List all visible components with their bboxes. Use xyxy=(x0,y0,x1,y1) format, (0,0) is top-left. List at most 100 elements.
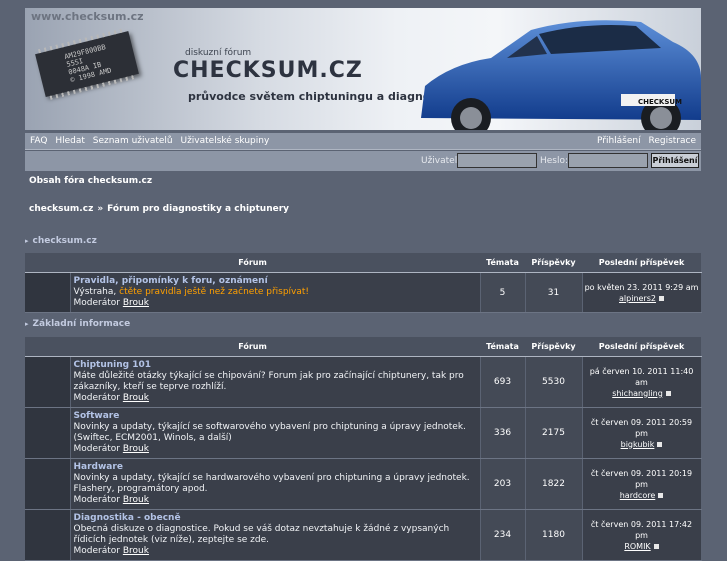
last-post-user[interactable]: ROMIK xyxy=(624,542,650,551)
nav-usergroups[interactable]: Uživatelské skupiny xyxy=(181,136,270,146)
breadcrumb-forum[interactable]: Fórum pro diagnostiky a chiptunery xyxy=(107,204,289,214)
view-post-icon[interactable] xyxy=(665,390,671,396)
col-topics: Témata xyxy=(480,253,525,273)
last-post-user[interactable]: bigkubik xyxy=(621,440,655,449)
topics-count: 336 xyxy=(480,407,526,459)
nav-faq[interactable]: FAQ xyxy=(30,136,47,146)
forum-status-icon xyxy=(25,272,71,313)
forum-status-icon xyxy=(25,356,71,408)
password-input[interactable] xyxy=(568,153,648,168)
moderator-link[interactable]: Brouk xyxy=(123,298,149,308)
forum-cell: Diagnostika - obecně Obecná diskuze o di… xyxy=(70,509,481,561)
breadcrumb-home[interactable]: checksum.cz xyxy=(29,204,93,214)
posts-count: 1822 xyxy=(525,458,583,510)
posts-count: 31 xyxy=(525,272,583,313)
topics-count: 693 xyxy=(480,356,526,408)
car-image xyxy=(421,20,701,130)
category-header[interactable]: ▸ Základní informace xyxy=(25,319,701,329)
nav-register[interactable]: Registrace xyxy=(648,136,696,146)
last-post-user[interactable]: hardcore xyxy=(620,491,656,500)
chip-image: AM29F800BB 55SI 0048A IB © 1998 AMD xyxy=(35,28,139,100)
moderator-label: Moderátor xyxy=(73,546,120,556)
nav-search[interactable]: Hledat xyxy=(55,136,85,146)
forum-warning: čtěte pravidla ještě než začnete přispív… xyxy=(119,287,310,297)
moderator-label: Moderátor xyxy=(73,495,120,505)
table-header-row: Fórum Témata Příspěvky Poslední příspěve… xyxy=(25,337,701,357)
topics-count: 234 xyxy=(480,509,526,561)
arrow-right-icon: ▸ xyxy=(25,320,29,328)
moderator-link[interactable]: Brouk xyxy=(123,444,149,454)
last-post-date: pá červen 10. 2011 11:40 am xyxy=(589,366,694,387)
last-post-date: čt červen 09. 2011 20:59 pm xyxy=(590,417,693,438)
col-lastpost: Poslední příspěvek xyxy=(582,337,701,357)
moderator-label: Moderátor xyxy=(73,444,120,454)
last-post-user[interactable]: shichangling xyxy=(612,389,663,398)
table-row: Pravidla, připomínky k foru, oznámení Vý… xyxy=(25,272,702,313)
forum-table: Fórum Témata Příspěvky Poslední příspěve… xyxy=(25,337,702,561)
category-header[interactable]: ▸ checksum.cz xyxy=(25,236,701,246)
nav-memberlist[interactable]: Seznam uživatelů xyxy=(93,136,173,146)
view-post-icon[interactable] xyxy=(653,543,659,549)
col-lastpost: Poslední příspěvek xyxy=(582,253,701,273)
banner-subtitle: diskuzní fórum xyxy=(185,48,252,58)
username-label: Uživatel: xyxy=(421,156,461,166)
nav-login[interactable]: Přihlášení xyxy=(597,136,641,146)
moderator-link[interactable]: Brouk xyxy=(123,495,149,505)
last-post: čt červen 09. 2011 20:59 pm bigkubik xyxy=(582,407,702,459)
table-row: Hardware Novinky a updaty, týkající se h… xyxy=(25,458,702,510)
moderator-info: Moderátor Brouk xyxy=(74,298,149,308)
forum-title-link[interactable]: Diagnostika - obecně xyxy=(74,513,181,523)
moderator-info: Moderátor Brouk xyxy=(74,393,149,403)
login-button[interactable]: Přihlášení xyxy=(651,153,699,168)
chip-label: AM29F800BB 55SI 0048A IB © 1998 AMD xyxy=(63,43,113,85)
arrow-right-icon: ▸ xyxy=(25,237,29,245)
view-post-icon[interactable] xyxy=(658,492,664,498)
site-banner: www.checksum.cz AM29F800BB 55SI 0048A IB… xyxy=(25,8,701,130)
last-post: čt červen 09. 2011 20:19 pm hardcore xyxy=(582,458,702,510)
forum-table: Fórum Témata Příspěvky Poslední příspěve… xyxy=(25,253,702,313)
forum-description: Novinky a updaty, týkající se hardwarové… xyxy=(73,473,470,494)
col-topics: Témata xyxy=(480,337,525,357)
last-post-date: po květen 23. 2011 9:29 am xyxy=(584,282,699,292)
username-input[interactable] xyxy=(457,153,537,168)
forum-title-link[interactable]: Pravidla, připomínky k foru, oznámení xyxy=(74,276,268,286)
topics-count: 5 xyxy=(480,272,526,313)
view-post-icon[interactable] xyxy=(658,295,664,301)
category-title: Základní informace xyxy=(32,319,131,329)
category-title: checksum.cz xyxy=(32,236,97,246)
moderator-info: Moderátor Brouk xyxy=(74,444,149,454)
table-header-row: Fórum Témata Příspěvky Poslední příspěve… xyxy=(25,253,701,273)
forum-title-link[interactable]: Hardware xyxy=(74,462,123,472)
license-plate: CHECKSUM xyxy=(637,98,683,106)
banner-url: www.checksum.cz xyxy=(31,10,144,23)
page-title: Obsah fóra checksum.cz xyxy=(29,176,153,186)
last-post: po květen 23. 2011 9:29 am alpiners2 xyxy=(582,272,702,313)
moderator-label: Moderátor xyxy=(73,298,120,308)
banner-title: CHECKSUM.CZ xyxy=(173,58,363,83)
last-post: čt červen 09. 2011 17:42 pm ROMIK xyxy=(582,509,702,561)
view-post-icon[interactable] xyxy=(657,441,663,447)
last-post-user[interactable]: alpiners2 xyxy=(619,294,656,303)
col-forum: Fórum xyxy=(25,253,480,273)
forum-status-icon xyxy=(25,407,71,459)
moderator-info: Moderátor Brouk xyxy=(74,546,149,556)
moderator-link[interactable]: Brouk xyxy=(123,546,149,556)
moderator-link[interactable]: Brouk xyxy=(123,393,149,403)
forum-status-icon xyxy=(25,458,71,510)
moderator-label: Moderátor xyxy=(73,393,120,403)
last-post-date: čt červen 09. 2011 20:19 pm xyxy=(590,468,693,489)
forum-cell: Hardware Novinky a updaty, týkající se h… xyxy=(70,458,481,510)
posts-count: 1180 xyxy=(525,509,583,561)
col-forum: Fórum xyxy=(25,337,480,357)
topics-count: 203 xyxy=(480,458,526,510)
forum-description: Máte důležité otázky týkající se chipová… xyxy=(73,371,464,392)
login-bar: Uživatel: Heslo: Přihlášení xyxy=(25,151,701,171)
forum-description: Výstraha, xyxy=(73,287,120,297)
col-posts: Příspěvky xyxy=(525,337,582,357)
password-label: Heslo: xyxy=(540,156,569,166)
last-post: pá červen 10. 2011 11:40 am shichangling xyxy=(582,356,702,408)
forum-title-link[interactable]: Software xyxy=(74,411,120,421)
forum-title-link[interactable]: Chiptuning 101 xyxy=(74,360,152,370)
posts-count: 2175 xyxy=(525,407,583,459)
forum-description: Novinky a updaty, týkající se softwarové… xyxy=(73,422,466,443)
